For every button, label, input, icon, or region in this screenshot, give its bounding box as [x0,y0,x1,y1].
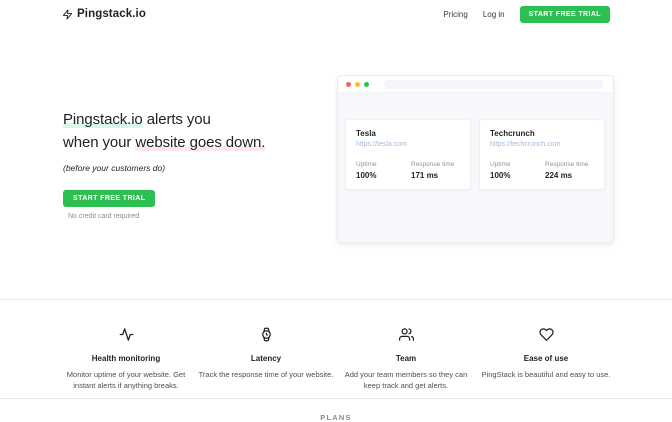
hero-heading-pre: when your [63,134,135,151]
watch-icon [259,329,274,346]
feature-latency: Latency Track the response time of your … [196,327,336,391]
nav-start-trial-button[interactable]: START FREE TRIAL [520,6,610,23]
site-stats: Uptime 100% Response time 171 ms [356,161,460,180]
hero-heading: Pingstack.io alerts you when your websit… [63,108,333,154]
feature-description: Track the response time of your website. [197,369,335,380]
site-url: https://techcrunch.com [490,141,594,148]
uptime-value: 100% [490,171,535,180]
zap-icon [62,8,73,21]
heart-icon [539,329,554,346]
browser-address-bar [384,80,603,89]
response-label: Response time [411,161,456,168]
nav-link-pricing[interactable]: Pricing [443,10,467,19]
hero-heading-rest: alerts you [143,111,211,128]
hero-heading-highlight-pink: website goes down. [135,134,265,151]
feature-description: Add your team members so they can keep t… [337,369,475,391]
hero-subheading: (before your customers do) [63,163,333,173]
activity-icon [119,329,134,346]
feature-title: Latency [196,354,336,363]
site-name: Techcrunch [490,129,594,138]
feature-title: Health monitoring [56,354,196,363]
browser-titlebar [338,76,613,93]
navbar: Pingstack.io Pricing Log in START FREE T… [0,0,672,28]
nav-links: Pricing Log in START FREE TRIAL [443,6,610,23]
feature-title: Ease of use [476,354,616,363]
hero-section: Pingstack.io alerts you when your websit… [63,108,333,220]
site-url: https://tesla.com [356,141,460,148]
hero-heading-highlight-green: Pingstack.io [63,111,143,128]
browser-mockup-window: Tesla https://tesla.com Uptime 100% Resp… [337,75,614,243]
response-value: 224 ms [545,171,590,180]
section-divider [0,299,672,300]
response-label: Response time [545,161,590,168]
monitor-cards: Tesla https://tesla.com Uptime 100% Resp… [338,93,613,190]
traffic-dot-yellow-icon [355,82,360,87]
users-icon [399,329,414,346]
brand-name: Pingstack.io [77,8,146,20]
hero-start-trial-button[interactable]: START FREE TRIAL [63,190,155,207]
features-row: Health monitoring Monitor uptime of your… [0,327,672,391]
uptime-label: Uptime [490,161,535,168]
site-stats: Uptime 100% Response time 224 ms [490,161,594,180]
section-divider [0,398,672,399]
brand-logo[interactable]: Pingstack.io [62,8,146,21]
feature-title: Team [336,354,476,363]
feature-description: Monitor uptime of your website. Get inst… [57,369,195,391]
feature-team: Team Add your team members so they can k… [336,327,476,391]
feature-description: PingStack is beautiful and easy to use. [477,369,615,380]
uptime-label: Uptime [356,161,401,168]
feature-health-monitoring: Health monitoring Monitor uptime of your… [56,327,196,391]
traffic-light-dots [346,82,369,87]
uptime-stat: Uptime 100% [490,161,535,180]
response-value: 171 ms [411,171,456,180]
response-stat: Response time 224 ms [545,161,590,180]
uptime-stat: Uptime 100% [356,161,401,180]
feature-ease-of-use: Ease of use PingStack is beautiful and e… [476,327,616,391]
hero-cta-note: No credit card required [68,213,333,220]
monitor-card-techcrunch: Techcrunch https://techcrunch.com Uptime… [479,119,605,190]
nav-link-login[interactable]: Log in [483,10,505,19]
traffic-dot-green-icon [364,82,369,87]
site-name: Tesla [356,129,460,138]
monitor-card-tesla: Tesla https://tesla.com Uptime 100% Resp… [345,119,471,190]
response-stat: Response time 171 ms [411,161,456,180]
uptime-value: 100% [356,171,401,180]
plans-section-label: PLANS [0,413,672,422]
traffic-dot-red-icon [346,82,351,87]
